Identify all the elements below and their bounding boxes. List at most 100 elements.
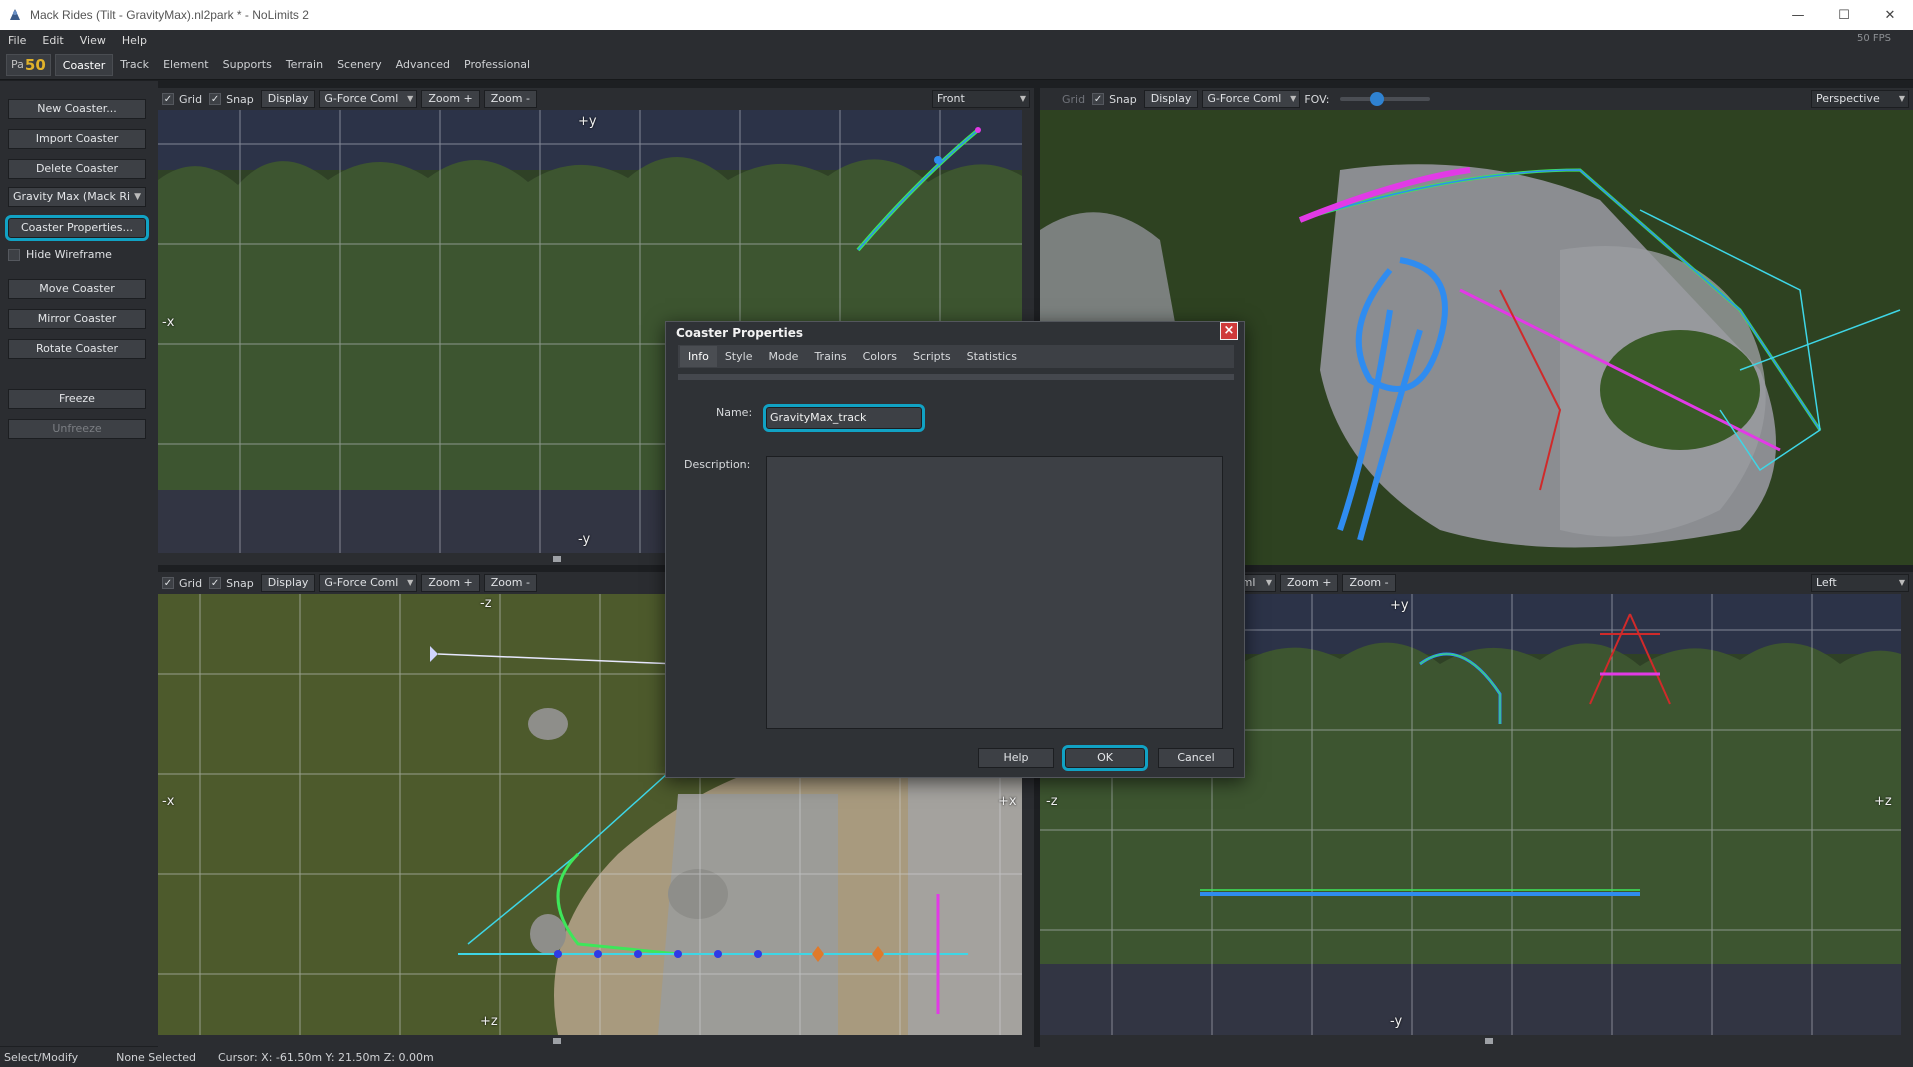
display-button[interactable]: Display [260,574,316,592]
snap-checkbox[interactable]: ✓ [209,577,222,589]
tab-statistics[interactable]: Statistics [959,346,1025,367]
tab-coaster[interactable]: Coaster [54,53,114,76]
scrollbar-thumb[interactable] [553,556,561,562]
menu-help[interactable]: Help [114,34,155,47]
left-vertical-scrollbar[interactable] [1901,594,1913,1035]
grid-checkbox[interactable]: ✓ [162,577,174,589]
coaster-panel: New Coaster... Import Coaster Delete Coa… [0,81,158,1046]
gforce-select[interactable]: G-Force Coml ▼ [1202,90,1301,108]
axis-label-top: +y [1390,598,1409,613]
grid-checkbox[interactable]: ✓ [162,93,174,105]
menu-edit[interactable]: Edit [34,34,71,47]
unfreeze-button[interactable]: Unfreeze [8,419,146,439]
axis-label-bottom: -y [578,532,591,547]
perspective-viewport-toolbar: Grid ✓ Snap Display G-Force Coml ▼ FOV: P… [1040,88,1913,110]
grid-label: Grid [1062,92,1086,106]
coaster-properties-button[interactable]: Coaster Properties... [5,215,149,241]
tab-park[interactable]: Pa 50 [6,53,51,76]
window-title: Mack Rides (Tilt - GravityMax).nl2park *… [30,8,309,22]
axis-label-top: -z [480,596,492,611]
status-mode: Select/Modify [4,1050,79,1064]
zoom-out-button[interactable]: Zoom - [483,574,537,592]
close-window-button[interactable]: ✕ [1867,0,1913,30]
fov-label: FOV: [1304,92,1330,106]
park-badge: 50 [24,55,46,74]
view-select[interactable]: Perspective ▼ [1811,90,1909,108]
tab-supports[interactable]: Supports [216,54,279,76]
tab-trains[interactable]: Trains [806,346,854,367]
hide-wireframe-checkbox[interactable]: Hide Wireframe [8,248,112,261]
scrollbar-thumb[interactable] [553,1038,561,1044]
zoom-out-button[interactable]: Zoom - [483,90,537,108]
tab-colors[interactable]: Colors [855,346,905,367]
menu-file[interactable]: File [0,34,34,47]
zoom-in-button[interactable]: Zoom + [421,574,480,592]
tab-advanced[interactable]: Advanced [389,54,457,76]
menu-view[interactable]: View [72,34,114,47]
chevron-down-icon: ▼ [407,578,414,587]
ok-button[interactable]: OK [1062,745,1148,771]
main-tab-bar: Pa 50 Coaster Track Element Supports Ter… [0,50,1913,80]
tab-mode[interactable]: Mode [760,346,806,367]
grid-label: Grid [179,576,203,590]
freeze-button[interactable]: Freeze [8,389,146,409]
tab-element[interactable]: Element [156,54,216,76]
view-select[interactable]: Left ▼ [1811,574,1909,592]
scrollbar-thumb[interactable] [1485,1038,1493,1044]
dialog-tabs: Info Style Mode Trains Colors Scripts St… [678,345,1234,368]
help-button[interactable]: Help [978,748,1054,768]
snap-checkbox[interactable]: ✓ [209,93,222,105]
delete-coaster-button[interactable]: Delete Coaster [8,159,146,179]
axis-label-left: -z [1046,794,1058,809]
move-coaster-button[interactable]: Move Coaster [8,279,146,299]
tab-info[interactable]: Info [680,346,717,367]
snap-label: Snap [226,576,254,590]
gforce-select-value: G-Force Coml [324,576,399,589]
tab-track[interactable]: Track [113,54,156,76]
maximize-button[interactable]: ☐ [1821,0,1867,30]
minimize-button[interactable]: — [1775,0,1821,30]
close-icon[interactable]: × [1220,322,1238,340]
import-coaster-button[interactable]: Import Coaster [8,129,146,149]
grid-label: Grid [179,92,203,106]
zoom-out-button[interactable]: Zoom - [1342,574,1396,592]
coaster-select-value: Gravity Max (Mack Ri [13,190,131,203]
snap-checkbox[interactable]: ✓ [1092,93,1105,105]
chevron-down-icon: ▼ [1290,94,1297,103]
display-button[interactable]: Display [1143,90,1199,108]
zoom-in-button[interactable]: Zoom + [1280,574,1339,592]
gforce-select[interactable]: G-Force Coml ▼ [319,90,418,108]
tab-scenery[interactable]: Scenery [330,54,389,76]
rotate-coaster-button[interactable]: Rotate Coaster [8,339,146,359]
chevron-down-icon: ▼ [1898,578,1905,587]
tab-style[interactable]: Style [717,346,761,367]
mirror-coaster-button[interactable]: Mirror Coaster [8,309,146,329]
front-viewport-toolbar: ✓ Grid ✓ Snap Display G-Force Coml ▼ Zoom… [158,88,1034,110]
cancel-button[interactable]: Cancel [1158,748,1234,768]
coaster-select[interactable]: Gravity Max (Mack Ri ▼ [8,187,146,207]
fov-slider-handle[interactable] [1370,92,1385,106]
view-select-value: Front [937,92,965,105]
tab-divider [678,374,1234,380]
view-select-value: Left [1816,576,1837,589]
description-field[interactable] [766,456,1223,729]
tab-professional[interactable]: Professional [457,54,537,76]
view-select-value: Perspective [1816,92,1880,105]
status-selection: None Selected [116,1050,196,1064]
view-select[interactable]: Front ▼ [932,90,1030,108]
axis-label-top: +y [578,114,597,129]
tab-terrain[interactable]: Terrain [279,54,330,76]
coaster-properties-dialog: Coaster Properties × Info Style Mode Tra… [665,321,1245,778]
fov-slider[interactable] [1340,92,1431,106]
top-horizontal-scrollbar[interactable] [158,1035,1034,1047]
dialog-title: Coaster Properties [676,326,803,340]
zoom-in-button[interactable]: Zoom + [421,90,480,108]
axis-label-bottom: -y [1390,1014,1403,1029]
new-coaster-button[interactable]: New Coaster... [8,99,146,119]
tab-scripts[interactable]: Scripts [905,346,959,367]
name-field[interactable]: GravityMax_track [763,404,925,432]
chevron-down-icon: ▼ [134,192,141,202]
gforce-select[interactable]: G-Force Coml ▼ [319,574,418,592]
display-button[interactable]: Display [260,90,316,108]
left-horizontal-scrollbar[interactable] [1040,1035,1913,1047]
